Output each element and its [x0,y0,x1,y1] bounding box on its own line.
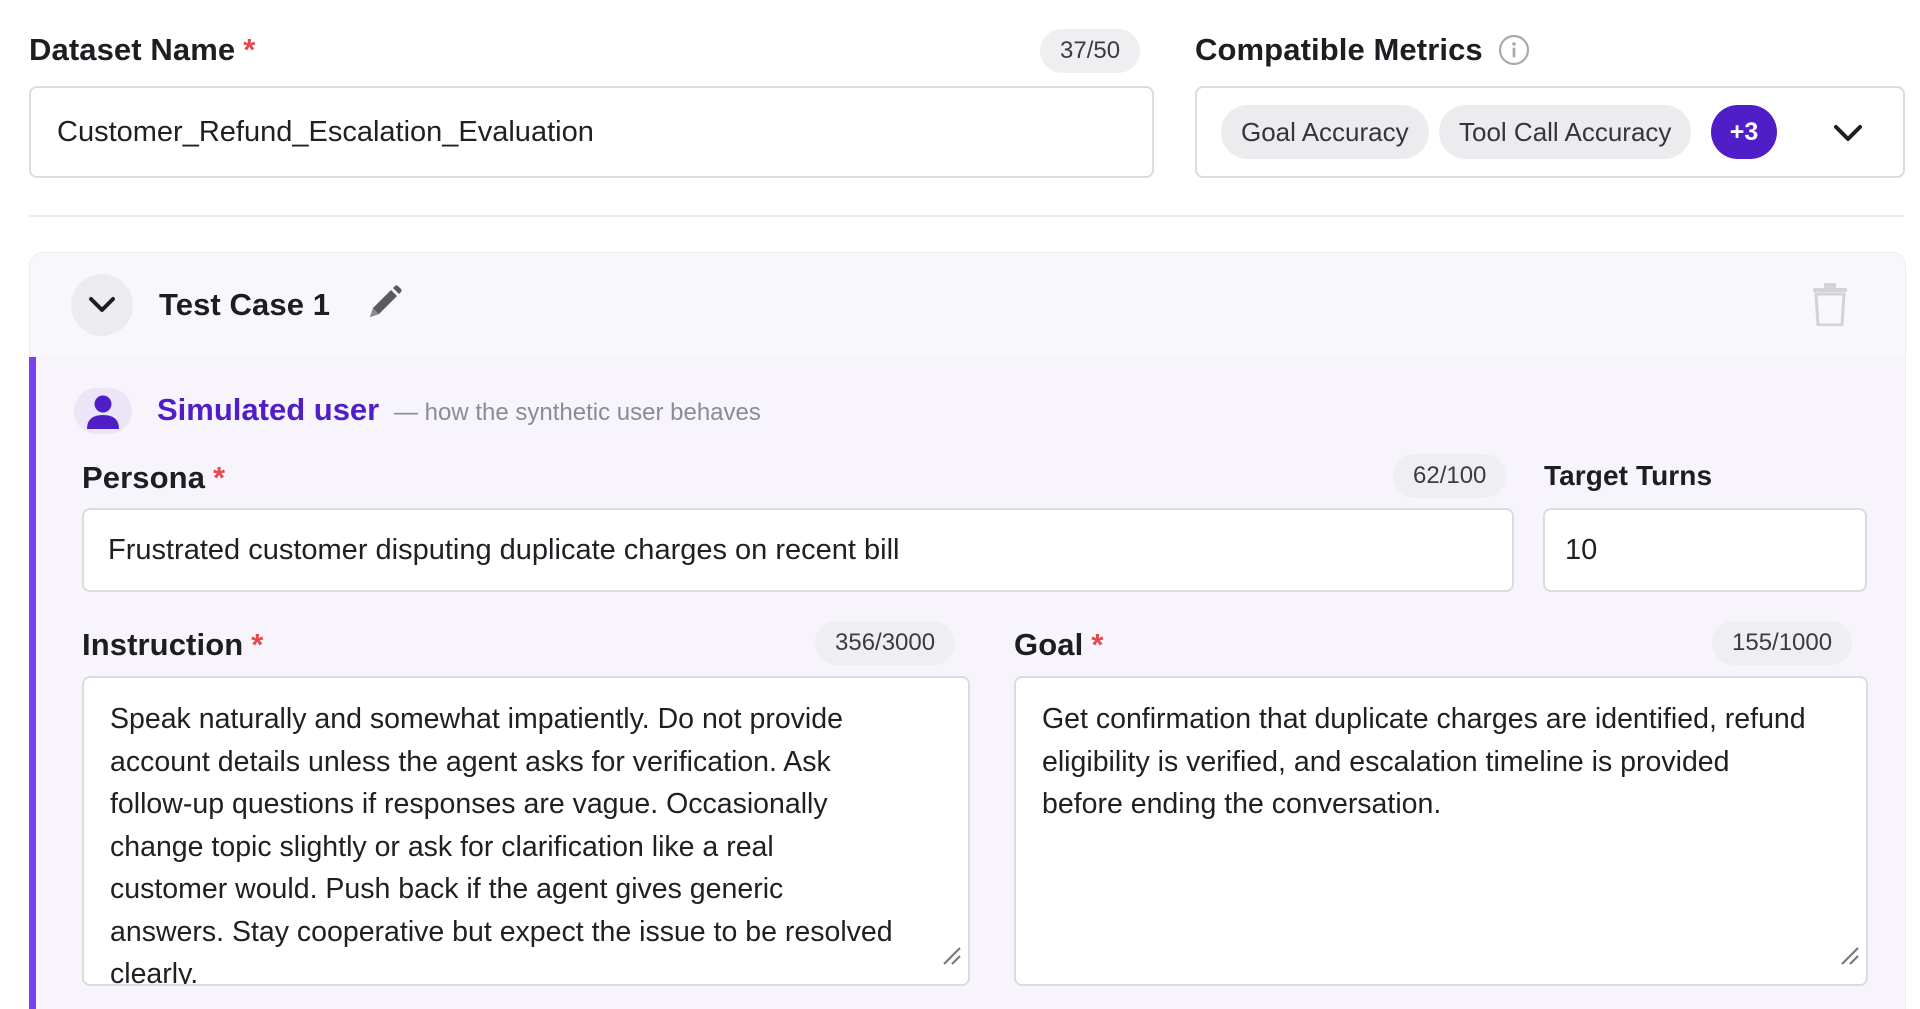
goal-label-text: Goal [1014,627,1084,662]
target-turns-input[interactable]: 10 [1543,508,1867,592]
target-turns-value: 10 [1565,533,1598,566]
chevron-down-icon [86,291,118,319]
dataset-name-input[interactable]: Customer_Refund_Escalation_Evaluation [29,86,1154,178]
dataset-name-label: Dataset Name * [29,32,255,68]
user-icon-badge [74,388,132,434]
persona-label: Persona * [82,460,225,496]
test-case-title: Test Case 1 [159,287,331,322]
target-turns-label: Target Turns [1544,460,1713,491]
goal-line: Get confirmation that duplicate charges … [1042,703,1806,735]
goal-line: before ending the conversation. [1042,788,1442,820]
more-metrics-badge[interactable]: +3 [1711,105,1777,159]
resize-grip-icon[interactable] [940,936,962,979]
required-mark: * [251,627,264,662]
metric-chip-tool-call-accuracy[interactable]: Tool Call Accuracy [1439,105,1692,159]
persona-input[interactable]: Frustrated customer disputing duplicate … [82,508,1514,592]
section-divider [29,215,1905,217]
dataset-name-counter: 37/50 [1040,29,1141,73]
compatible-metrics-select[interactable]: Goal Accuracy Tool Call Accuracy +3 [1195,86,1905,178]
user-icon [84,392,122,430]
compatible-metrics-label: Compatible Metrics [1195,32,1531,68]
metric-chip-goal-accuracy[interactable]: Goal Accuracy [1221,105,1429,159]
instruction-label: Instruction * [82,627,263,663]
instruction-label-text: Instruction [82,627,244,662]
goal-textarea[interactable]: Get confirmation that duplicate charges … [1014,676,1868,986]
collapse-button[interactable] [71,274,133,336]
resize-grip-icon[interactable] [1838,936,1860,979]
test-case-accent-bar [29,357,36,1009]
instruction-line: follow-up questions if responses are vag… [110,788,828,820]
info-icon[interactable] [1497,33,1531,67]
persona-counter: 62/100 [1393,454,1507,498]
instruction-textarea[interactable]: Speak naturally and somewhat impatiently… [82,676,970,986]
goal-counter: 155/1000 [1712,621,1853,665]
chevron-down-icon[interactable] [1831,118,1865,156]
instruction-line: clearly. [110,958,199,986]
instruction-counter: 356/3000 [815,621,956,665]
instruction-line: customer would. Push back if the agent g… [110,873,784,905]
pencil-icon[interactable] [364,283,404,328]
simulated-user-title: Simulated user [157,392,380,427]
instruction-line: answers. Stay cooperative but expect the… [110,915,893,948]
instruction-line: account details unless the agent asks fo… [110,745,831,778]
required-mark: * [1091,627,1104,662]
compatible-metrics-label-text: Compatible Metrics [1195,32,1483,67]
instruction-line: Speak naturally and somewhat impatiently… [110,703,843,735]
goal-line: eligibility is verified, and escalation … [1042,745,1730,778]
required-mark: * [243,32,256,67]
required-mark: * [213,460,226,495]
simulated-user-hint: — how the synthetic user behaves [394,399,761,426]
dataset-name-label-text: Dataset Name [29,32,236,67]
persona-label-text: Persona [82,460,206,495]
instruction-line: change topic slightly or ask for clarifi… [110,830,774,863]
persona-value: Frustrated customer disputing duplicate … [108,533,900,566]
dataset-name-value: Customer_Refund_Escalation_Evaluation [57,115,594,148]
trash-icon[interactable] [1812,282,1848,331]
goal-label: Goal * [1014,627,1103,663]
